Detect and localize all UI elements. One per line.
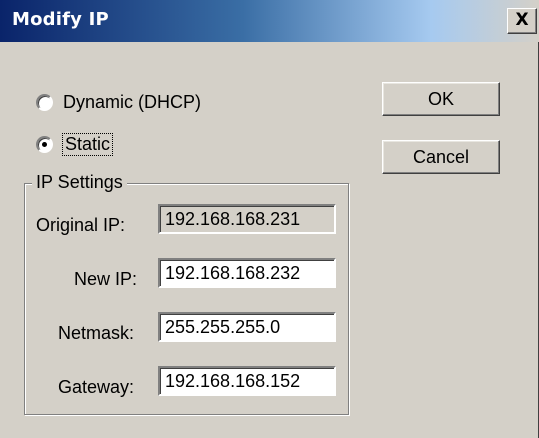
static-option[interactable]: Static (36, 132, 114, 156)
gateway-field[interactable]: 192.168.168.152 (158, 366, 336, 396)
new-ip-label: New IP: (74, 269, 138, 289)
gateway-label: Gateway: (58, 377, 135, 397)
original-ip-field: 192.168.168.231 (158, 204, 336, 234)
dynamic-dhcp-option[interactable]: Dynamic (DHCP) (36, 90, 201, 114)
modify-ip-dialog: Modify IP X Dynamic (DHCP) Static OK Can… (0, 0, 539, 438)
dynamic-dhcp-label[interactable]: Dynamic (DHCP) (63, 92, 201, 113)
close-button[interactable]: X (507, 8, 537, 34)
close-icon: X (515, 10, 529, 30)
ok-button[interactable]: OK (382, 82, 500, 116)
netmask-label: Netmask: (58, 323, 135, 343)
static-label[interactable]: Static (61, 132, 114, 156)
dialog-title: Modify IP (12, 9, 109, 30)
static-radio[interactable] (36, 135, 53, 153)
cancel-button[interactable]: Cancel (382, 140, 500, 174)
original-ip-label: Original IP: (36, 215, 126, 235)
title-bar[interactable]: Modify IP X (0, 0, 539, 42)
new-ip-field[interactable]: 192.168.168.232 (158, 258, 336, 288)
netmask-field[interactable]: 255.255.255.0 (158, 312, 336, 342)
ip-settings-group-label: IP Settings (32, 172, 127, 193)
dynamic-dhcp-radio[interactable] (36, 93, 53, 111)
